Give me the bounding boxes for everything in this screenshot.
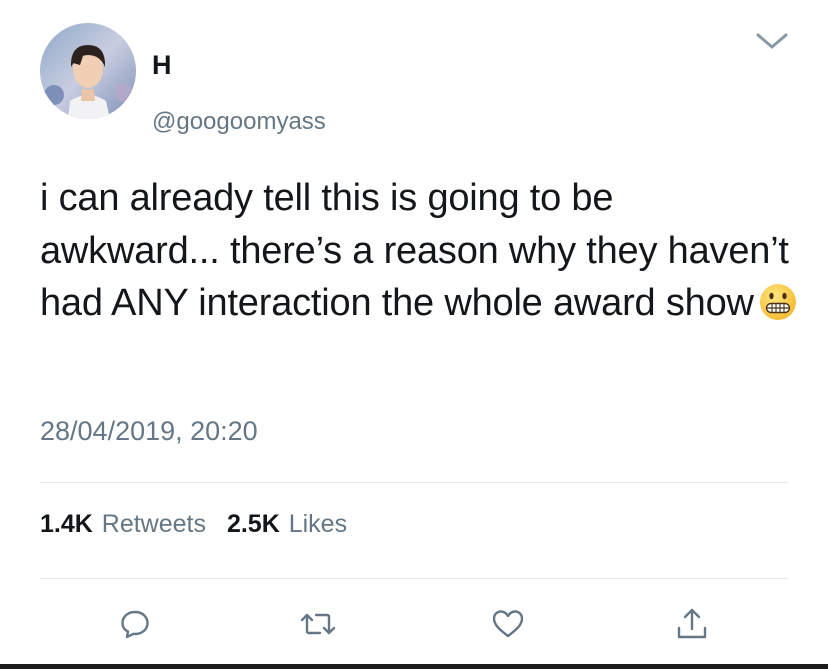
user-handle[interactable]: @googoomyass <box>152 110 326 134</box>
reply-button[interactable] <box>115 604 155 644</box>
divider <box>40 578 788 579</box>
heart-icon <box>492 610 524 638</box>
likes-count: 2.5K <box>226 510 280 538</box>
profile-photo <box>40 23 136 119</box>
divider <box>40 482 788 483</box>
likes-label: Likes <box>288 510 348 538</box>
tweet-text-body: i can already tell this is going to be a… <box>40 177 789 324</box>
tweet-text: i can already tell this is going to be a… <box>40 172 800 337</box>
tweet-card: H @googoomyass i can already tell this i… <box>0 0 828 669</box>
likes-stat[interactable]: 2.5K Likes <box>227 512 347 537</box>
tweet-timestamp[interactable]: 28/04/2019, 20:20 <box>40 418 258 445</box>
avatar[interactable] <box>40 23 136 119</box>
reply-icon <box>121 610 149 639</box>
retweets-label: Retweets <box>101 510 206 538</box>
tweet-stats: 1.4K Retweets 2.5K Likes <box>40 512 361 537</box>
grimacing-face-emoji <box>758 282 798 337</box>
share-icon <box>677 608 707 639</box>
display-name[interactable]: H <box>152 52 172 79</box>
chevron-down-icon[interactable] <box>752 28 792 54</box>
share-button[interactable] <box>672 604 712 644</box>
retweets-stat[interactable]: 1.4K Retweets <box>40 512 206 537</box>
like-button[interactable] <box>488 604 528 644</box>
screen-edge <box>0 664 828 669</box>
retweet-button[interactable] <box>298 604 338 644</box>
retweets-count: 1.4K <box>40 510 93 538</box>
retweet-icon <box>300 613 336 635</box>
